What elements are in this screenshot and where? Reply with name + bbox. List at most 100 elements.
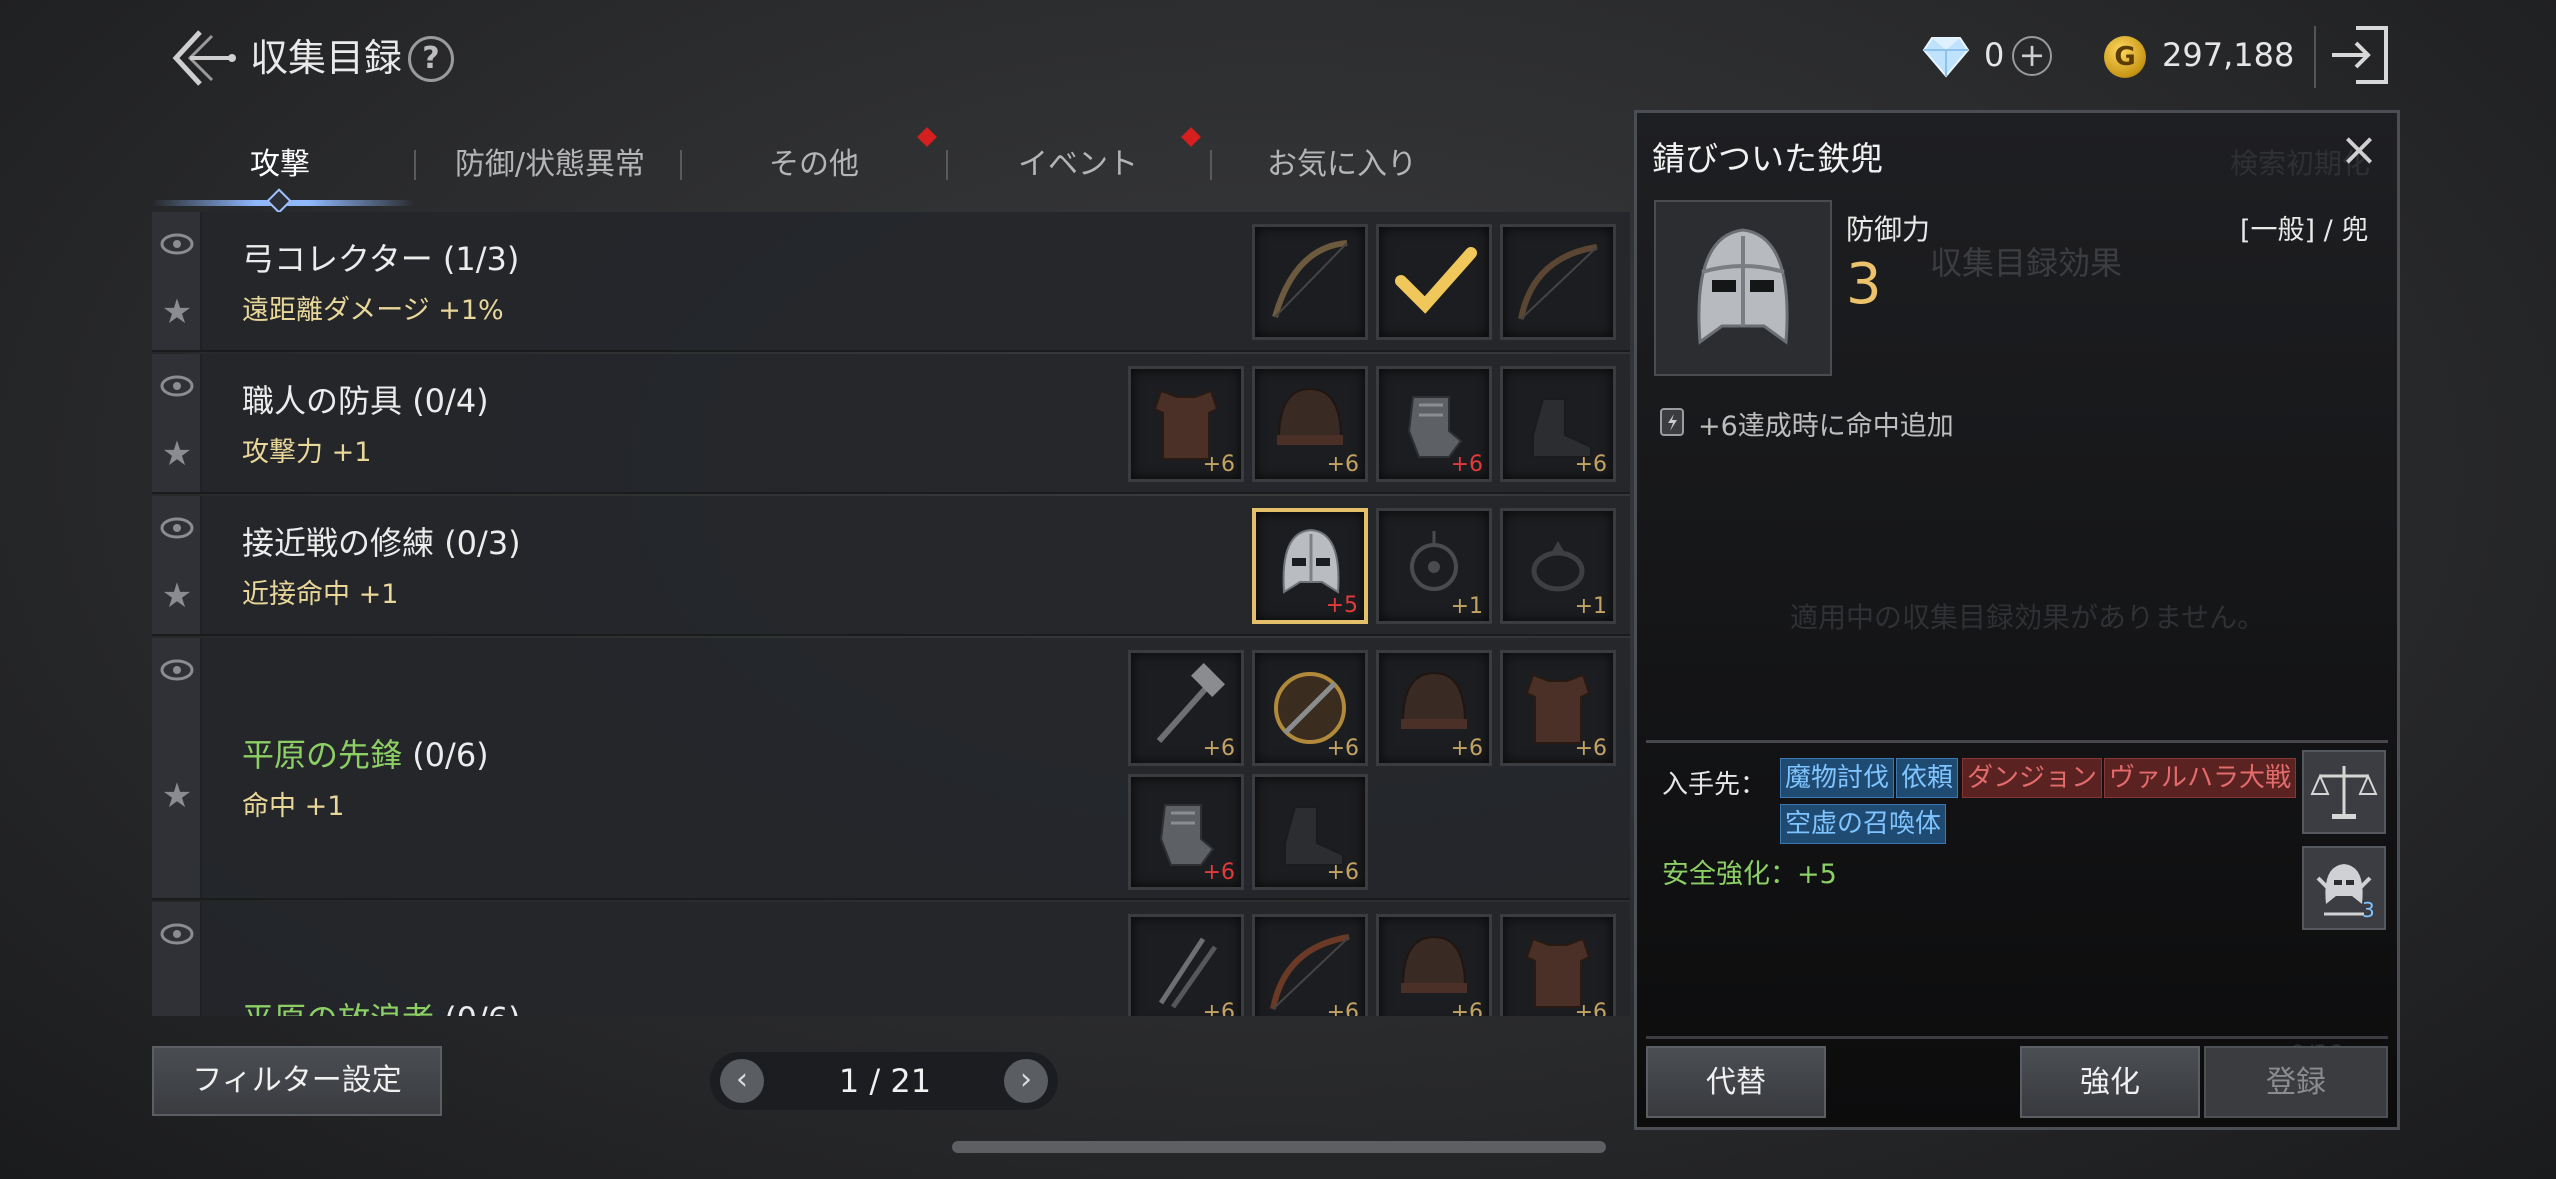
source-label: 入手先：	[1662, 770, 1767, 800]
gold-count: 297,188	[2162, 36, 2295, 74]
item-grade: [一般] / 兜	[2240, 215, 2369, 246]
item-slot[interactable]: +6	[1376, 914, 1492, 1016]
favorite-star-icon[interactable]: ★	[158, 578, 196, 614]
item-slot[interactable]: +6	[1500, 650, 1616, 766]
source-tag-quest[interactable]: 依頼	[1896, 758, 1959, 798]
enhance-level: +6	[1450, 736, 1483, 761]
enhance-level: +1	[1450, 594, 1483, 619]
enhance-level: +6	[1202, 1000, 1235, 1016]
exit-icon[interactable]	[2326, 22, 2392, 88]
item-slot[interactable]: +6	[1252, 914, 1368, 1016]
item-slot[interactable]: +6	[1376, 650, 1492, 766]
item-slot[interactable]: +6	[1128, 650, 1244, 766]
back-arrow-icon[interactable]	[160, 22, 240, 94]
tab-defense-status[interactable]: 防御/状態異常	[420, 130, 680, 200]
item-slot[interactable]: +6	[1128, 914, 1244, 1016]
compare-scale-icon[interactable]	[2302, 750, 2386, 834]
collection-name: 接近戦の修練 (0/3)	[242, 524, 521, 562]
tab-other[interactable]: その他	[684, 130, 944, 200]
page-indicator: 1 / 21	[838, 1062, 932, 1100]
page-prev-icon[interactable]: ‹	[720, 1059, 764, 1103]
diamond-icon	[1922, 34, 1970, 78]
enhance-bonus-text: +6達成時に命中追加	[1698, 411, 1954, 442]
row-side-controls	[152, 902, 202, 1016]
stat-label: 防御力	[1846, 213, 1931, 246]
collection-row[interactable]: ★ 職人の防具 (0/4) 攻撃力 +1 +6 +6 +6 +6	[152, 354, 1630, 494]
eye-icon[interactable]	[160, 374, 194, 398]
filter-settings-button[interactable]: フィルター設定	[152, 1046, 442, 1116]
tab-separator	[414, 150, 416, 180]
collection-row[interactable]: ★ 接近戦の修練 (0/3) 近接命中 +1 +5 +1 +1	[152, 496, 1630, 636]
collection-effect: 攻撃力 +1	[242, 437, 372, 468]
enhance-bonus-icon	[1658, 406, 1686, 438]
item-slot[interactable]: +6	[1128, 774, 1244, 890]
item-name: 錆びついた鉄兜	[1652, 139, 1883, 178]
enhance-level: +6	[1450, 452, 1483, 477]
collection-row[interactable]: ★ 弓コレクター (1/3) 遠距離ダメージ +1%	[152, 212, 1630, 352]
close-icon[interactable]: ×	[2334, 126, 2384, 176]
collection-row[interactable]: ★ 平原の先鋒 (0/6) 命中 +1 +6 +6 +6 +6 +6 +6	[152, 638, 1630, 900]
enhance-level: +6	[1574, 452, 1607, 477]
register-button[interactable]: 登録	[2204, 1046, 2388, 1118]
item-slot[interactable]: +6	[1252, 650, 1368, 766]
row-side-controls: ★	[152, 212, 202, 350]
collection-name: 平原の先鋒 (0/6)	[242, 736, 489, 774]
replace-button[interactable]: 代替	[1646, 1046, 1826, 1118]
page-next-icon[interactable]: ›	[1004, 1059, 1048, 1103]
home-indicator[interactable]	[952, 1141, 1606, 1153]
header-bar: 収集目録 ? 0 + G 297,188	[0, 0, 2556, 120]
source-tag-monster[interactable]: 魔物討伐	[1780, 758, 1895, 798]
item-slot[interactable]: +6	[1128, 366, 1244, 482]
enhance-level: +6	[1326, 452, 1359, 477]
favorite-star-icon[interactable]: ★	[158, 436, 196, 472]
item-slot[interactable]: +6	[1252, 366, 1368, 482]
eye-icon[interactable]	[160, 658, 194, 682]
panel-divider	[1646, 1036, 2388, 1039]
tab-event[interactable]: イベント	[948, 130, 1208, 200]
collection-list[interactable]: ★ 弓コレクター (1/3) 遠距離ダメージ +1% ★ 職人の防具 (0/4)…	[152, 212, 1630, 1016]
bow-icon	[1518, 244, 1598, 320]
diamond-count: 0	[1984, 36, 2005, 74]
source-tag-void-summon[interactable]: 空虚の召喚体	[1780, 804, 1947, 844]
row-side-controls: ★	[152, 638, 202, 898]
enhance-button[interactable]: 強化	[2020, 1046, 2200, 1118]
source-tag-valhalla[interactable]: ヴァルハラ大戦	[2104, 758, 2297, 798]
item-slot[interactable]: +6	[1252, 774, 1368, 890]
enhance-level: +5	[1325, 593, 1358, 618]
favorite-star-icon[interactable]: ★	[158, 778, 196, 814]
enhance-level: +6	[1326, 860, 1359, 885]
enhance-level: +6	[1326, 1000, 1359, 1016]
item-slot[interactable]	[1500, 224, 1616, 340]
enhance-level: +6	[1450, 1000, 1483, 1016]
tab-favorites[interactable]: お気に入り	[1212, 130, 1472, 200]
item-slot[interactable]: +1	[1376, 508, 1492, 624]
collection-effect: 遠距離ダメージ +1%	[242, 295, 504, 326]
gold-coin-icon: G	[2104, 36, 2146, 78]
item-slot[interactable]	[1252, 224, 1368, 340]
preset-count: 3	[2362, 898, 2375, 922]
stat-value: 3	[1846, 252, 1882, 317]
checkmark-icon	[1395, 247, 1477, 314]
favorite-star-icon[interactable]: ★	[158, 294, 196, 330]
help-icon[interactable]: ?	[408, 36, 454, 82]
source-tag-dungeon[interactable]: ダンジョン	[1962, 758, 2103, 798]
iron-helmet-icon	[1697, 228, 1789, 345]
collection-name: 平原の放浪者 (0/6)	[242, 994, 521, 1016]
collection-effect-title: 収集目録効果	[1930, 244, 2123, 282]
item-slot[interactable]: +1	[1500, 508, 1616, 624]
panel-divider	[1646, 740, 2388, 743]
enhance-level: +6	[1202, 452, 1235, 477]
eye-icon[interactable]	[160, 922, 194, 946]
item-slot[interactable]	[1376, 224, 1492, 340]
item-slot-selected[interactable]: +5	[1252, 508, 1368, 624]
eye-icon[interactable]	[160, 516, 194, 540]
item-slot[interactable]: +6	[1500, 914, 1616, 1016]
tab-separator	[680, 150, 682, 180]
item-slot[interactable]: +6	[1500, 366, 1616, 482]
no-effect-message: 適用中の収集目録効果がありません。	[1790, 601, 2266, 634]
page-title: 収集目録	[250, 36, 403, 80]
eye-icon[interactable]	[160, 232, 194, 256]
add-diamond-button[interactable]: +	[2012, 36, 2052, 76]
item-slot[interactable]: +6	[1376, 366, 1492, 482]
collection-row[interactable]: 平原の放浪者 (0/6) +6 +6 +6 +6	[152, 902, 1630, 1016]
